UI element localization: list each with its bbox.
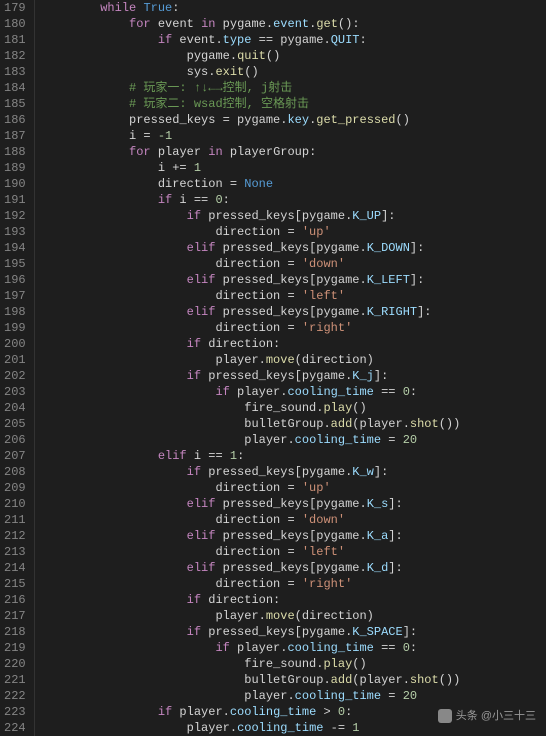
watermark-icon [438,709,452,723]
code-line[interactable]: elif pressed_keys[pygame.K_a]: [43,528,461,544]
code-line[interactable]: if player.cooling_time == 0: [43,384,461,400]
code-line[interactable]: fire_sound.play() [43,656,461,672]
code-line[interactable]: i = -1 [43,128,461,144]
line-number: 214 [4,560,26,576]
line-number: 211 [4,512,26,528]
line-number: 210 [4,496,26,512]
code-line[interactable]: direction = 'up' [43,480,461,496]
line-number: 188 [4,144,26,160]
code-area[interactable]: while True: for event in pygame.event.ge… [35,0,461,736]
line-number: 212 [4,528,26,544]
line-number: 215 [4,576,26,592]
code-line[interactable]: # 玩家二: wsad控制, 空格射击 [43,96,461,112]
code-editor[interactable]: 1791801811821831841851861871881891901911… [0,0,546,736]
watermark: 头条 @小三十三 [438,708,536,724]
code-line[interactable]: if pressed_keys[pygame.K_w]: [43,464,461,480]
code-line[interactable]: direction = 'left' [43,288,461,304]
code-line[interactable]: if event.type == pygame.QUIT: [43,32,461,48]
code-line[interactable]: pressed_keys = pygame.key.get_pressed() [43,112,461,128]
line-number: 202 [4,368,26,384]
line-number: 205 [4,416,26,432]
code-line[interactable]: elif pressed_keys[pygame.K_s]: [43,496,461,512]
code-line[interactable]: # 玩家一: ↑↓←→控制, j射击 [43,80,461,96]
line-number: 216 [4,592,26,608]
code-line[interactable]: player.cooling_time = 20 [43,432,461,448]
line-number: 223 [4,704,26,720]
code-line[interactable]: if player.cooling_time == 0: [43,640,461,656]
code-line[interactable]: i += 1 [43,160,461,176]
code-line[interactable]: if direction: [43,336,461,352]
code-line[interactable]: fire_sound.play() [43,400,461,416]
line-number: 207 [4,448,26,464]
code-line[interactable]: player.cooling_time -= 1 [43,720,461,736]
line-number: 213 [4,544,26,560]
code-line[interactable]: direction = 'right' [43,320,461,336]
code-line[interactable]: if pressed_keys[pygame.K_SPACE]: [43,624,461,640]
line-number: 198 [4,304,26,320]
line-number: 192 [4,208,26,224]
line-number: 184 [4,80,26,96]
code-line[interactable]: elif pressed_keys[pygame.K_RIGHT]: [43,304,461,320]
code-line[interactable]: if pressed_keys[pygame.K_UP]: [43,208,461,224]
code-line[interactable]: player.cooling_time = 20 [43,688,461,704]
code-line[interactable]: direction = 'up' [43,224,461,240]
line-number: 217 [4,608,26,624]
code-line[interactable]: if player.cooling_time > 0: [43,704,461,720]
line-number: 201 [4,352,26,368]
line-number: 197 [4,288,26,304]
line-number: 221 [4,672,26,688]
line-number: 200 [4,336,26,352]
code-line[interactable]: while True: [43,0,461,16]
code-line[interactable]: elif i == 1: [43,448,461,464]
line-number: 187 [4,128,26,144]
code-line[interactable]: if i == 0: [43,192,461,208]
line-number: 185 [4,96,26,112]
line-number: 194 [4,240,26,256]
line-number: 195 [4,256,26,272]
code-line[interactable]: direction = 'down' [43,256,461,272]
code-line[interactable]: direction = 'left' [43,544,461,560]
line-number: 196 [4,272,26,288]
line-number: 224 [4,720,26,736]
line-number: 183 [4,64,26,80]
code-line[interactable]: elif pressed_keys[pygame.K_DOWN]: [43,240,461,256]
line-number: 218 [4,624,26,640]
code-line[interactable]: bulletGroup.add(player.shot()) [43,672,461,688]
code-line[interactable]: player.move(direction) [43,608,461,624]
line-number: 180 [4,16,26,32]
line-number: 219 [4,640,26,656]
line-number: 182 [4,48,26,64]
code-line[interactable]: bulletGroup.add(player.shot()) [43,416,461,432]
line-number-gutter: 1791801811821831841851861871881891901911… [0,0,35,736]
code-line[interactable]: elif pressed_keys[pygame.K_d]: [43,560,461,576]
code-line[interactable]: elif pressed_keys[pygame.K_LEFT]: [43,272,461,288]
code-line[interactable]: direction = 'down' [43,512,461,528]
code-line[interactable]: if direction: [43,592,461,608]
line-number: 203 [4,384,26,400]
line-number: 193 [4,224,26,240]
code-line[interactable]: direction = None [43,176,461,192]
line-number: 204 [4,400,26,416]
code-line[interactable]: direction = 'right' [43,576,461,592]
code-line[interactable]: pygame.quit() [43,48,461,64]
code-line[interactable]: if pressed_keys[pygame.K_j]: [43,368,461,384]
line-number: 208 [4,464,26,480]
line-number: 190 [4,176,26,192]
code-line[interactable]: for player in playerGroup: [43,144,461,160]
line-number: 206 [4,432,26,448]
line-number: 209 [4,480,26,496]
line-number: 222 [4,688,26,704]
code-line[interactable]: sys.exit() [43,64,461,80]
line-number: 181 [4,32,26,48]
line-number: 191 [4,192,26,208]
code-line[interactable]: player.move(direction) [43,352,461,368]
watermark-text: 头条 @小三十三 [456,710,536,722]
line-number: 199 [4,320,26,336]
line-number: 179 [4,0,26,16]
line-number: 220 [4,656,26,672]
line-number: 186 [4,112,26,128]
code-line[interactable]: for event in pygame.event.get(): [43,16,461,32]
line-number: 189 [4,160,26,176]
